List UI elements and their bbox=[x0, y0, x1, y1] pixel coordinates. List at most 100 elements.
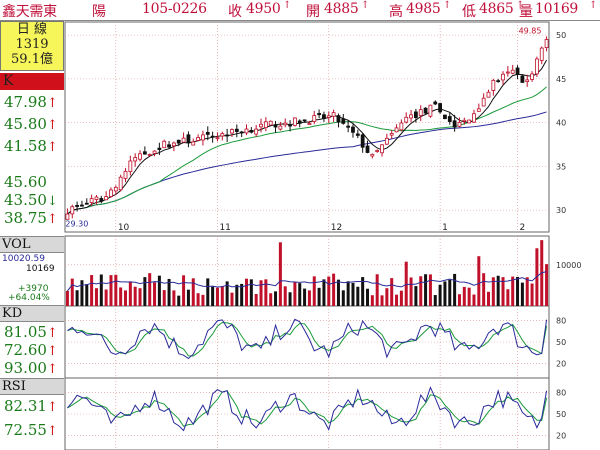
candle-body bbox=[346, 125, 351, 128]
candle-body bbox=[326, 115, 331, 118]
volume-bar bbox=[520, 282, 524, 306]
volume-bar bbox=[486, 291, 491, 306]
month-label: 2 bbox=[520, 223, 526, 233]
volume-bar bbox=[545, 264, 549, 306]
candle-body bbox=[375, 150, 380, 152]
candle-body bbox=[268, 120, 273, 126]
volume-bar bbox=[196, 293, 200, 306]
volume-bar bbox=[283, 286, 287, 306]
volume-bar bbox=[182, 275, 186, 306]
volume-bar bbox=[220, 286, 224, 306]
candle-body bbox=[467, 119, 472, 124]
candle-body bbox=[138, 153, 142, 160]
volume-bar bbox=[138, 288, 142, 306]
candle-body bbox=[331, 112, 336, 117]
candle-body bbox=[443, 114, 447, 120]
rsi-rsi2-line bbox=[67, 390, 548, 427]
candle-body bbox=[133, 157, 138, 162]
candle-body bbox=[94, 196, 99, 200]
candle-body bbox=[413, 111, 418, 118]
kd-d-line bbox=[67, 321, 548, 357]
ma5-line bbox=[67, 59, 548, 215]
candle-body bbox=[447, 116, 452, 122]
price-y-tick: 30 bbox=[556, 206, 566, 215]
candle-body bbox=[491, 79, 496, 91]
volume-bar bbox=[419, 276, 423, 306]
volume-bar bbox=[90, 275, 94, 306]
ma20-line bbox=[67, 86, 547, 215]
candle-body bbox=[263, 121, 268, 128]
candle-body bbox=[239, 131, 244, 134]
price-y-tick: 40 bbox=[556, 119, 566, 128]
candle-body bbox=[297, 120, 302, 124]
candle-body bbox=[181, 137, 186, 143]
volume-bar bbox=[351, 282, 355, 306]
candle-body bbox=[167, 144, 171, 148]
volume-bar bbox=[254, 294, 258, 306]
volume-bar bbox=[186, 289, 190, 306]
candle-body bbox=[249, 130, 254, 133]
candle-body bbox=[157, 147, 162, 150]
volume-bar bbox=[288, 292, 292, 306]
candle-body bbox=[176, 139, 181, 144]
candle-body bbox=[365, 145, 370, 153]
volume-bar bbox=[453, 273, 457, 306]
volume-bar bbox=[293, 282, 297, 306]
kd-y-tick: 50 bbox=[556, 338, 566, 347]
candle-body bbox=[389, 133, 394, 136]
volume-bar bbox=[385, 288, 389, 306]
candle-body bbox=[418, 109, 423, 116]
volume-bar bbox=[75, 290, 79, 306]
candle-body bbox=[457, 122, 462, 127]
candle-body bbox=[355, 133, 360, 136]
candle-body bbox=[109, 189, 113, 197]
volume-bar bbox=[278, 242, 282, 306]
candle-body bbox=[472, 113, 476, 123]
candle-body bbox=[128, 160, 133, 173]
main-panel-frame bbox=[64, 21, 550, 233]
volume-bar bbox=[249, 279, 253, 306]
volume-bar bbox=[211, 286, 215, 306]
candle-body bbox=[99, 198, 104, 202]
volume-bar bbox=[457, 294, 461, 306]
candle-body bbox=[534, 58, 539, 75]
candle-body bbox=[505, 71, 510, 74]
volume-bar bbox=[65, 290, 69, 306]
candle-body bbox=[201, 134, 205, 141]
volume-bar bbox=[206, 278, 210, 306]
candle-body bbox=[317, 113, 322, 116]
candle-body bbox=[292, 117, 297, 126]
volume-bar bbox=[312, 276, 316, 306]
volume-bar bbox=[201, 294, 205, 306]
candle-body bbox=[433, 101, 438, 105]
candle-body bbox=[510, 69, 515, 74]
volume-bar bbox=[70, 278, 74, 306]
volume-bar bbox=[259, 280, 263, 306]
candle-body bbox=[278, 125, 283, 130]
volume-bar bbox=[414, 286, 418, 306]
candle-body bbox=[312, 115, 317, 122]
volume-bar bbox=[404, 261, 408, 306]
volume-bar bbox=[346, 281, 350, 306]
rsi-y-tick: 20 bbox=[556, 432, 566, 441]
candle-body bbox=[486, 91, 491, 98]
kd-y-tick: 80 bbox=[556, 316, 566, 325]
candle-body bbox=[104, 196, 109, 201]
rsi-y-tick: 50 bbox=[556, 410, 566, 419]
candle-body bbox=[244, 128, 249, 134]
volume-bar bbox=[317, 287, 321, 306]
candle-body bbox=[539, 47, 544, 61]
volume-bar bbox=[215, 287, 219, 306]
candle-body bbox=[80, 204, 84, 207]
candle-body bbox=[302, 119, 307, 122]
volume-bar bbox=[433, 295, 437, 306]
candle-body bbox=[225, 134, 230, 137]
candle-body bbox=[288, 124, 292, 127]
month-label: 11 bbox=[219, 223, 230, 233]
volume-bar bbox=[119, 287, 123, 306]
volume-bar bbox=[462, 286, 466, 306]
vol-y-tick: 10000 bbox=[556, 261, 581, 270]
volume-bar bbox=[472, 294, 476, 306]
volume-bar bbox=[428, 274, 432, 306]
candle-body bbox=[205, 131, 210, 135]
